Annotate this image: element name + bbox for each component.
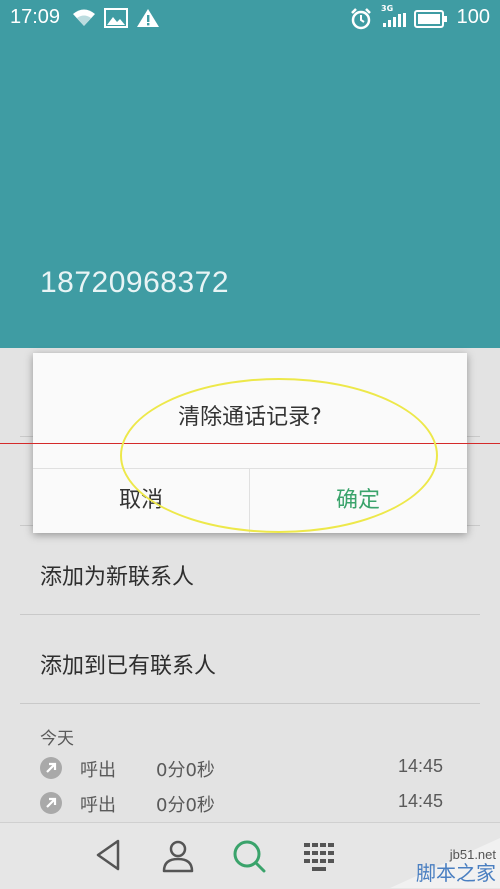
back-icon[interactable] <box>88 835 128 875</box>
contacts-icon[interactable] <box>158 835 198 875</box>
call-log-row[interactable]: 呼出 0分0秒 14:45 <box>0 789 500 819</box>
status-bar: 17:09 3G 100 <box>0 0 500 36</box>
call-duration: 0分0秒 <box>156 760 215 781</box>
add-existing-contact-item[interactable]: 添加到已有联系人 <box>40 648 216 680</box>
divider <box>20 614 480 615</box>
call-time: 14:45 <box>397 791 443 811</box>
search-icon[interactable] <box>228 835 268 875</box>
watermark: jb51.net 脚本之家 <box>390 838 500 888</box>
wifi-icon <box>72 8 96 32</box>
call-log-section-title: 今天 <box>40 729 74 749</box>
warning-icon <box>136 8 160 32</box>
call-type: 呼出 <box>80 795 116 816</box>
divider <box>20 703 480 704</box>
annotation-highlight-ellipse <box>120 378 438 533</box>
battery-level: 100 <box>456 6 490 28</box>
contact-header: 18720968372 <box>0 36 500 348</box>
add-new-contact-item[interactable]: 添加为新联系人 <box>40 559 194 591</box>
alarm-icon <box>350 8 372 34</box>
dialpad-icon[interactable] <box>298 835 338 875</box>
call-duration: 0分0秒 <box>156 795 215 816</box>
call-log-row[interactable]: 呼出 0分0秒 14:45 <box>0 754 500 784</box>
watermark-text: 脚本之家 <box>416 861 496 885</box>
outgoing-call-icon <box>40 792 62 814</box>
phone-number[interactable]: 18720968372 <box>40 266 229 300</box>
battery-icon <box>414 10 448 32</box>
outgoing-call-icon <box>40 757 62 779</box>
status-time: 17:09 <box>10 6 61 28</box>
signal-icon <box>383 12 407 31</box>
image-icon <box>104 8 128 32</box>
call-time: 14:45 <box>397 756 443 776</box>
call-type: 呼出 <box>80 760 116 781</box>
